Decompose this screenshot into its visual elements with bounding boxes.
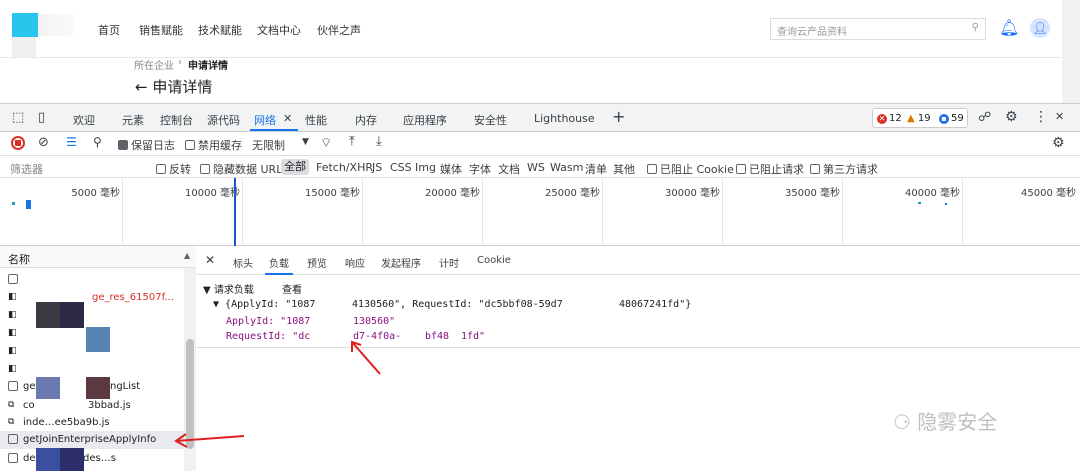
arrow-to-request-id [351, 341, 381, 375]
annotation-arrows [174, 340, 381, 448]
arrow-to-request-row [175, 435, 245, 442]
watermark: ⚆ 隐雾安全 [893, 410, 998, 434]
wechat-icon: ⚆ [893, 410, 911, 434]
